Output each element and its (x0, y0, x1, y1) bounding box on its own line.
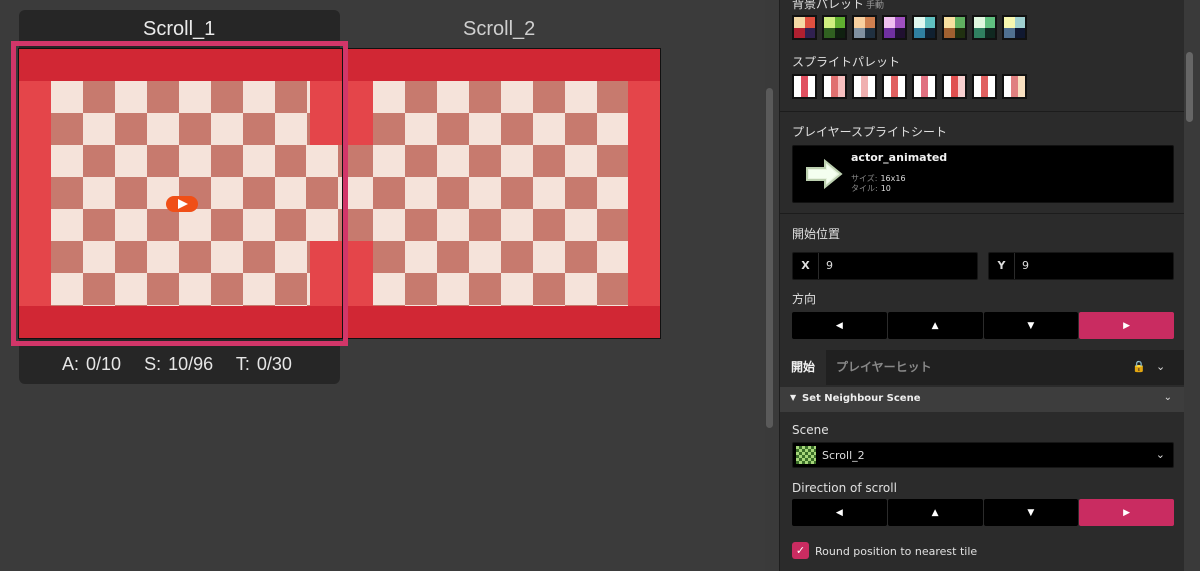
x-value: 9 (826, 259, 833, 272)
sprite-palette-swatch[interactable] (942, 74, 967, 99)
bg-palette-swatch[interactable] (882, 15, 907, 40)
direction-up-button[interactable]: ▲ (887, 312, 983, 339)
scene-stats: A: 0/10 S: 10/96 T: 0/30 (62, 354, 308, 375)
properties-panel: 背景パレット 手動 スプライトパレット プレイヤースプライトシート actor_a… (779, 0, 1184, 571)
player-sheet-label: プレイヤースプライトシート (792, 125, 948, 139)
arrow-right-icon (806, 158, 843, 190)
bg-palette-swatch[interactable] (1002, 15, 1027, 40)
wall-top (341, 49, 660, 81)
sprite-palette-label: スプライトパレット (792, 55, 901, 69)
bg-palette-swatch[interactable] (852, 15, 877, 40)
start-x-field[interactable]: X 9 (792, 252, 978, 280)
scroll-down-button[interactable]: ▼ (983, 499, 1079, 526)
round-position-label: Round position to nearest tile (815, 545, 978, 558)
sprite-palette-swatch[interactable] (792, 74, 817, 99)
divider (780, 213, 1184, 214)
sprite-palette-list (792, 74, 1027, 99)
scene-map-scroll-2[interactable] (340, 48, 661, 339)
lock-icon[interactable]: 🔒 (1132, 360, 1146, 373)
script-tabs: 開始 プレイヤーヒット 🔒 ⌄ (780, 350, 1184, 385)
wall-left (19, 49, 51, 338)
bg-palette-swatch[interactable] (792, 15, 817, 40)
scene-label: Scene (792, 423, 829, 437)
scene-thumbnail (796, 446, 816, 464)
tab-start[interactable]: 開始 (780, 350, 826, 385)
bg-palette-label: 背景パレット 手動 (792, 0, 885, 11)
scroll-direction-label: Direction of scroll (792, 481, 897, 495)
player-sheet-select[interactable]: actor_animated サイズ: 16x16 タイル: 10 (792, 145, 1174, 203)
floor-tiles (373, 81, 628, 306)
scene-title-scroll-1[interactable]: Scroll_1 (143, 18, 215, 41)
panel-scrollbar[interactable] (1186, 52, 1193, 122)
chevron-down-icon: ⌄ (1155, 448, 1165, 461)
scene-value: Scroll_2 (822, 449, 865, 462)
sprite-palette-swatch[interactable] (912, 74, 937, 99)
divider (780, 111, 1184, 112)
sprite-palette-swatch[interactable] (852, 74, 877, 99)
scene-select[interactable]: Scroll_2 ⌄ (792, 442, 1174, 468)
trigger-count: T: 0/30 (235, 354, 292, 374)
sprite-count: S: 10/96 (144, 354, 214, 374)
tab-player-hit[interactable]: プレイヤーヒット (836, 350, 932, 385)
direction-left-button[interactable]: ◀ (792, 312, 887, 339)
chevron-down-icon[interactable]: ⌄ (1156, 360, 1165, 373)
scene-map-scroll-1[interactable] (18, 48, 343, 339)
round-position-checkbox[interactable]: ✓ (792, 542, 809, 559)
caret-down-icon: ▼ (790, 393, 797, 402)
event-title: Set Neighbour Scene (802, 393, 921, 404)
sheet-meta: サイズ: 16x16 タイル: 10 (851, 174, 906, 193)
direction-down-button[interactable]: ▼ (983, 312, 1079, 339)
floor-tiles (51, 81, 310, 306)
wall-bottom (341, 306, 660, 338)
direction-selector: ◀ ▲ ▼ ▶ (792, 312, 1174, 339)
sprite-palette-swatch[interactable] (822, 74, 847, 99)
direction-right-button[interactable]: ▶ (1079, 312, 1174, 339)
scroll-direction-selector: ◀ ▲ ▼ ▶ (792, 499, 1174, 526)
y-value: 9 (1022, 259, 1029, 272)
scroll-up-button[interactable]: ▲ (887, 499, 983, 526)
bg-palette-swatch[interactable] (972, 15, 997, 40)
wall-right (628, 49, 660, 338)
chevron-down-icon[interactable]: ⌄ (1164, 392, 1172, 403)
world-canvas[interactable]: Scroll_1 Scroll_2 A: 0/10 S: 10/96 T: 0/… (0, 0, 765, 571)
wall-top (19, 49, 342, 81)
start-position-label: 開始位置 (792, 227, 841, 241)
direction-label: 方向 (792, 292, 817, 306)
wall-bottom (19, 306, 342, 338)
bg-palette-list (792, 15, 1027, 40)
event-header-set-neighbour-scene[interactable]: ▼ Set Neighbour Scene ⌄ (780, 387, 1184, 412)
start-y-field[interactable]: Y 9 (988, 252, 1174, 280)
x-axis-label: X (793, 253, 819, 279)
canvas-scrollbar[interactable] (766, 88, 773, 428)
actor-count: A: 0/10 (62, 354, 122, 374)
bg-palette-swatch[interactable] (822, 15, 847, 40)
sheet-name: actor_animated (851, 151, 948, 164)
bg-palette-swatch[interactable] (912, 15, 937, 40)
doorway-left (341, 145, 373, 241)
sprite-palette-swatch[interactable] (972, 74, 997, 99)
player-start-marker[interactable] (166, 196, 198, 212)
doorway-right (306, 145, 342, 241)
sprite-palette-swatch[interactable] (882, 74, 907, 99)
sprite-palette-swatch[interactable] (1002, 74, 1027, 99)
y-axis-label: Y (989, 253, 1015, 279)
scroll-left-button[interactable]: ◀ (792, 499, 887, 526)
scroll-right-button[interactable]: ▶ (1079, 499, 1174, 526)
bg-palette-swatch[interactable] (942, 15, 967, 40)
scene-title-scroll-2[interactable]: Scroll_2 (463, 18, 535, 41)
